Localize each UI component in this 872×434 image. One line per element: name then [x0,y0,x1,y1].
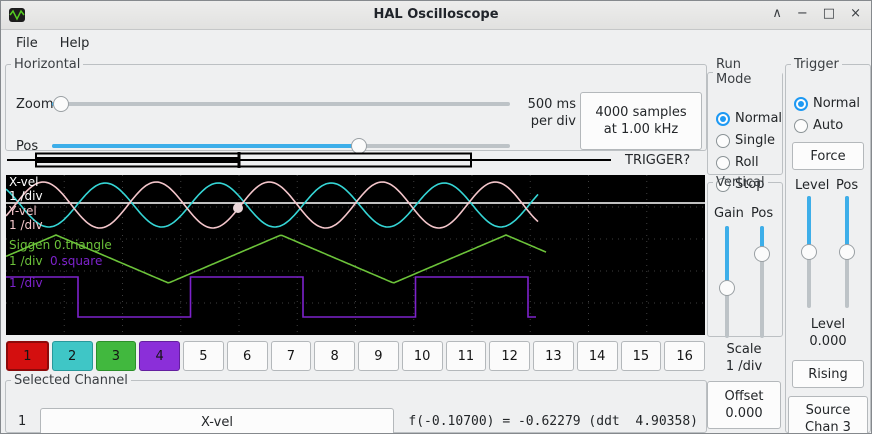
trigger-level-label: Level [795,178,829,193]
channel-button-1[interactable]: 1 [6,341,49,371]
zoom-slider-track [52,102,510,106]
offset-button[interactable]: Offset 0.000 [707,381,781,429]
group-trigger: Trigger Normal Auto Force Level Pos Leve… [785,57,871,433]
menu-file[interactable]: File [5,33,49,54]
pos-slider-track [52,144,510,148]
slope-button[interactable]: Rising [792,360,864,388]
close-button[interactable]: × [850,6,861,21]
channel-name-button[interactable]: X-vel [40,408,394,434]
channel-button-6[interactable]: 6 [227,341,268,371]
vertical-pos-slider-handle[interactable] [754,246,770,262]
runmode-roll-radio[interactable]: Roll [716,155,759,170]
maximize-button[interactable]: □ [823,6,835,21]
gain-label: Gain [714,206,744,221]
application-window: HAL Oscilloscope ∧ − □ × File Help Horiz… [0,0,872,434]
channel-button-11[interactable]: 11 [446,341,487,371]
trigger-level-readout: Level 0.000 [786,316,870,350]
vertical-pos-slider-track [760,226,764,338]
trigger-source-button[interactable]: Source Chan 3 [788,396,868,434]
channel-button-12[interactable]: 12 [489,341,530,371]
window-title: HAL Oscilloscope [1,7,871,22]
group-horizontal-title: Horizontal [11,57,83,72]
group-trigger-title: Trigger [791,57,842,72]
rate-display: 500 ms per div [514,96,576,130]
radio-icon [716,112,730,126]
force-button[interactable]: Force [792,142,864,170]
zoom-label: Zoom [16,97,53,112]
radio-icon [794,119,808,133]
channel-button-5[interactable]: 5 [183,341,224,371]
vertical-pos-label: Pos [751,206,773,221]
shade-button[interactable]: ∧ [772,6,782,21]
runmode-single-radio[interactable]: Single [716,133,775,148]
channel-button-3[interactable]: 3 [96,341,137,371]
runmode-normal-radio[interactable]: Normal [716,111,782,126]
channel-button-15[interactable]: 15 [621,341,662,371]
radio-icon [716,134,730,148]
trigger-level-slider[interactable] [800,196,818,308]
scale-display: Scale 1 /div [707,341,781,375]
channel-readout: f(-0.10700) = -0.62279 (ddt 4.90358) [408,414,698,429]
channel-button-13[interactable]: 13 [533,341,574,371]
channel-button-14[interactable]: 14 [577,341,618,371]
scope-display: X-vel1 /divY-vel1 /divSiggen 0.triangle1… [6,175,705,335]
group-vertical: Vertical Gain Pos [707,175,783,337]
group-selected-channel-title: Selected Channel [11,373,131,388]
trigger-auto-radio[interactable]: Auto [794,118,843,133]
channel-button-2[interactable]: 2 [52,341,93,371]
channel-button-9[interactable]: 9 [358,341,399,371]
channel-button-7[interactable]: 7 [271,341,312,371]
trigger-level-slider-handle[interactable] [801,244,817,260]
scale-label: Scale [707,341,781,358]
channel-button-8[interactable]: 8 [314,341,355,371]
radio-icon [716,156,730,170]
trigger-status-label: TRIGGER? [625,153,690,168]
channel-button-16[interactable]: 16 [664,341,705,371]
trigger-pos-slider-handle[interactable] [839,244,855,260]
group-selected-channel: Selected Channel 1 X-vel f(-0.10700) = -… [5,373,707,433]
trigger-pos-slider[interactable] [838,196,856,308]
trigger-normal-radio[interactable]: Normal [794,96,860,111]
group-run-mode: Run Mode Normal Single Roll Stop [707,57,783,175]
title-bar: HAL Oscilloscope ∧ − □ × [1,1,871,30]
channel-button-4[interactable]: 4 [139,341,180,371]
menu-help[interactable]: Help [49,33,101,54]
channel-button-10[interactable]: 10 [402,341,443,371]
group-vertical-title: Vertical [713,175,768,190]
radio-icon [794,97,808,111]
gain-slider[interactable] [718,226,736,338]
scope-waveforms [6,175,705,335]
selected-channel-number: 1 [18,414,26,429]
channel-row: 12345678910111213141516 [6,341,705,371]
zoom-slider[interactable] [52,95,510,113]
samples-button[interactable]: 4000 samples at 1.00 kHz [580,92,702,150]
scale-value: 1 /div [707,358,781,375]
vertical-pos-slider[interactable] [753,226,771,338]
menu-bar: File Help [1,30,871,56]
group-horizontal: Horizontal Zoom 500 ms per div 4000 samp… [5,57,707,151]
minimize-button[interactable]: − [797,6,808,21]
record-position-bar[interactable] [7,152,611,168]
group-run-mode-title: Run Mode [713,57,782,87]
zoom-slider-handle[interactable] [53,96,69,112]
window-controls: ∧ − □ × [772,6,861,21]
gain-slider-handle[interactable] [719,280,735,296]
trigger-pos-label: Pos [836,178,858,193]
